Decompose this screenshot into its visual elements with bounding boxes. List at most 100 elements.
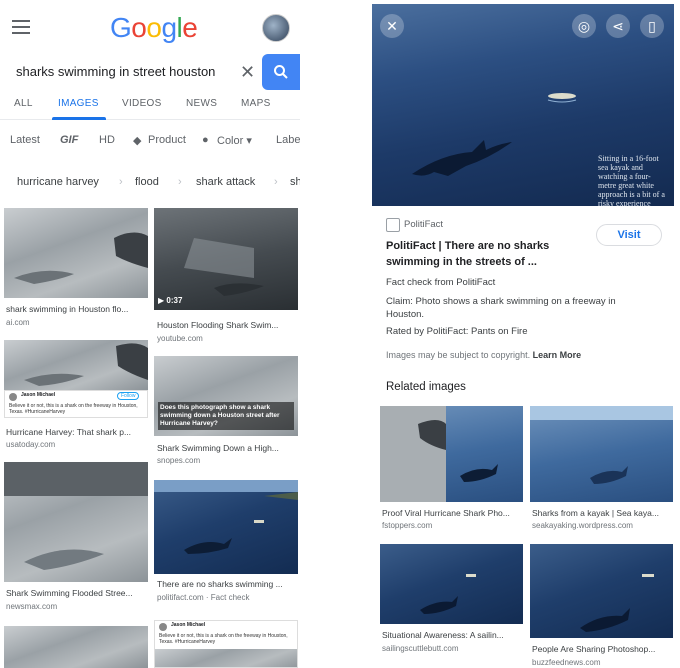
video-frame-icon xyxy=(184,238,264,296)
chip-hurricane-harvey[interactable]: hurricane harvey xyxy=(17,176,99,188)
tab-maps[interactable]: MAPS xyxy=(241,98,271,109)
related-images-heading: Related images xyxy=(386,381,466,393)
shark-silhouette-icon xyxy=(530,406,673,484)
search-input[interactable]: sharks swimming in street houston xyxy=(16,64,215,79)
tweet-author: Jason Michael xyxy=(171,622,206,628)
shark-silhouette-icon xyxy=(580,574,654,632)
tab-news[interactable]: NEWS xyxy=(186,98,217,109)
related-image[interactable] xyxy=(380,406,523,502)
chip-more[interactable]: sh xyxy=(290,176,300,188)
visit-button[interactable]: Visit xyxy=(596,224,662,246)
tweet-author: Jason Michael xyxy=(21,392,56,398)
tweet-screenshot[interactable]: Jason Michael Follow Believe it or not, … xyxy=(4,390,148,418)
tab-images[interactable]: IMAGES xyxy=(58,98,99,109)
result-source: newsmax.com xyxy=(6,602,58,611)
related-caption[interactable]: People Are Sharing Photoshop... xyxy=(532,644,674,654)
related-caption[interactable]: Proof Viral Hurricane Shark Pho... xyxy=(382,508,524,518)
search-results-panel: Google sharks swimming in street houston… xyxy=(0,0,300,668)
result-source: politifact.com · Fact check xyxy=(157,593,250,602)
chip-divider: › xyxy=(274,176,278,188)
tweet-screenshot[interactable]: Jason Michael Believe it or not, this is… xyxy=(154,620,298,668)
copyright-notice: Images may be subject to copyright. Lear… xyxy=(386,350,581,360)
tweet-body: Believe it or not, this is a shark on th… xyxy=(159,633,288,645)
related-source: buzzfeednews.com xyxy=(532,658,601,667)
result-image[interactable]: Does this photograph show a shark swimmi… xyxy=(154,356,298,436)
filter-bar: Latest GIF HD ◆ Product ● Color ▾ Labe xyxy=(0,134,300,152)
close-icon[interactable]: ✕ xyxy=(380,14,404,38)
google-logo[interactable]: Google xyxy=(110,12,198,44)
active-tab-indicator xyxy=(52,117,106,120)
related-search-chips: hurricane harvey › flood › shark attack … xyxy=(0,176,300,192)
image-detail-panel: ✕ ◎ ⋖ ▯ Sitting in a 16-foot sea kayak a… xyxy=(372,0,680,668)
result-image[interactable] xyxy=(154,480,298,574)
tab-videos[interactable]: VIDEOS xyxy=(122,98,162,109)
tab-all[interactable]: ALL xyxy=(14,98,33,109)
result-image[interactable] xyxy=(4,462,148,582)
car-mirror-icon xyxy=(14,232,148,284)
result-caption[interactable]: Hurricane Harvey: That shark p... xyxy=(6,427,148,437)
filter-color[interactable]: Color ▾ xyxy=(217,134,252,147)
avatar xyxy=(159,623,167,631)
result-source: snopes.com xyxy=(157,456,201,465)
shark-silhouette-icon xyxy=(380,406,498,502)
chip-shark-attack[interactable]: shark attack xyxy=(196,176,255,188)
related-caption[interactable]: Situational Awareness: A sailin... xyxy=(382,630,524,640)
result-caption[interactable]: Shark Swimming Flooded Stree... xyxy=(6,588,148,598)
clear-icon[interactable]: ✕ xyxy=(240,62,255,83)
bookmark-icon[interactable]: ▯ xyxy=(640,14,664,38)
site-name: PolitiFact xyxy=(404,219,444,230)
result-caption[interactable]: There are no sharks swimming ... xyxy=(157,579,299,589)
related-source: fstoppers.com xyxy=(382,521,433,530)
tweet-body: Believe it or not, this is a shark on th… xyxy=(9,403,138,415)
tweet-image xyxy=(155,649,297,667)
learn-more-link[interactable]: Learn More xyxy=(533,350,582,360)
shark-silhouette-icon xyxy=(4,462,148,570)
chip-divider: › xyxy=(119,176,123,188)
site-favicon-icon xyxy=(386,218,400,232)
related-source: seakayaking.wordpress.com xyxy=(532,521,633,530)
related-image[interactable] xyxy=(530,406,673,502)
fact-check-claim: Claim: Photo shows a shark swimming on a… xyxy=(386,296,616,320)
result-image[interactable] xyxy=(4,340,148,390)
result-image[interactable] xyxy=(4,208,148,298)
result-title[interactable]: PolitiFact | There are no sharks swimmin… xyxy=(386,238,586,270)
search-bar: sharks swimming in street houston ✕ xyxy=(0,54,300,90)
preview-image[interactable]: ✕ ◎ ⋖ ▯ Sitting in a 16-foot sea kayak a… xyxy=(372,4,674,206)
related-image[interactable] xyxy=(380,544,523,624)
account-avatar[interactable] xyxy=(262,14,290,42)
search-icon xyxy=(274,65,288,79)
related-source: sailingscuttlebutt.com xyxy=(382,644,459,653)
share-icon[interactable]: ⋖ xyxy=(606,14,630,38)
avatar xyxy=(9,393,17,401)
filter-product[interactable]: Product xyxy=(148,134,186,146)
filter-labels[interactable]: Labe xyxy=(276,134,300,146)
fact-check-source: Fact check from PolitiFact xyxy=(386,277,496,288)
menu-icon[interactable] xyxy=(12,20,30,34)
chip-divider: › xyxy=(178,176,182,188)
related-image[interactable] xyxy=(530,544,673,638)
result-caption[interactable]: Shark Swimming Down a High... xyxy=(157,443,299,453)
tag-icon: ◆ xyxy=(133,135,142,147)
lens-icon[interactable]: ◎ xyxy=(572,14,596,38)
result-source: youtube.com xyxy=(157,334,203,343)
result-source: usatoday.com xyxy=(6,440,56,449)
result-caption[interactable]: shark swimming in Houston flo... xyxy=(6,304,148,314)
palette-icon: ● xyxy=(202,134,209,146)
car-mirror-icon xyxy=(24,343,148,386)
filter-gif[interactable]: GIF xyxy=(60,134,78,146)
related-caption[interactable]: Sharks from a kayak | Sea kaya... xyxy=(532,508,674,518)
search-tabs: ALL IMAGES VIDEOS NEWS MAPS xyxy=(0,96,300,120)
chip-flood[interactable]: flood xyxy=(135,176,159,188)
shark-silhouette-icon xyxy=(420,574,476,614)
filter-hd[interactable]: HD xyxy=(99,134,115,146)
result-image[interactable] xyxy=(4,626,148,668)
follow-button: Follow xyxy=(117,392,140,400)
result-image[interactable]: ▶ 0:37 xyxy=(154,208,298,310)
image-text-overlay: Sitting in a 16-foot sea kayak and watch… xyxy=(598,154,665,206)
copyright-text: Images may be subject to copyright. xyxy=(386,350,531,360)
shark-silhouette-icon xyxy=(154,480,298,554)
image-text-overlay: Does this photograph show a shark swimmi… xyxy=(158,402,294,430)
result-caption[interactable]: Houston Flooding Shark Swim... xyxy=(157,320,299,330)
search-button[interactable] xyxy=(262,54,300,90)
filter-latest[interactable]: Latest xyxy=(10,134,40,146)
